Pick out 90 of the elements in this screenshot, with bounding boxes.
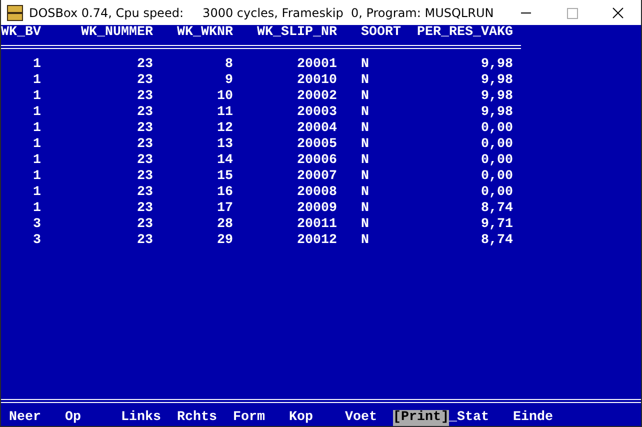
table-cell: 20010	[297, 73, 337, 88]
table-cell: N	[361, 89, 369, 104]
table-cell: 13	[217, 137, 233, 152]
table-cell: N	[361, 105, 369, 120]
table-cell: 23	[137, 153, 153, 168]
table-cell: 14	[217, 153, 233, 168]
table-cell: 20006	[297, 153, 337, 168]
table-cell: 9,98	[481, 105, 513, 120]
column-header: WK_SLIP_NR	[257, 25, 338, 41]
table-cell: N	[361, 57, 369, 72]
table-cell: 9,98	[481, 73, 513, 88]
menu-item[interactable]: Kop	[289, 410, 313, 426]
table-cell: 1	[33, 57, 41, 72]
table-cell: 20001	[297, 57, 337, 72]
table-cell: 17	[217, 201, 233, 216]
table-cell: 1	[33, 105, 41, 120]
table-cell: 20005	[297, 137, 337, 152]
menu-item[interactable]: Form	[233, 410, 265, 426]
table-cell: 0,00	[481, 153, 513, 168]
table-cell: 0,00	[481, 185, 513, 200]
table-cell: 20009	[297, 201, 337, 216]
table-cell: N	[361, 121, 369, 136]
table-cell: N	[361, 233, 369, 248]
table-cell: N	[361, 153, 369, 168]
table-cell: 1	[33, 89, 41, 104]
table-cell: N	[361, 169, 369, 184]
table-cell: 10	[217, 89, 233, 104]
table-cell: 3	[33, 233, 41, 248]
table-cell: N	[361, 217, 369, 232]
table-cell: 23	[137, 89, 153, 104]
menu-item[interactable]: Op	[65, 410, 81, 426]
table-cell: 1	[33, 169, 41, 184]
table-cell: 23	[137, 57, 153, 72]
table-cell: 20002	[297, 89, 337, 104]
table-cell: 11	[217, 105, 233, 120]
column-header: WK_BV	[1, 25, 42, 41]
table-cell: N	[361, 201, 369, 216]
app-icon	[7, 4, 23, 20]
menu-item[interactable]: Einde	[513, 410, 553, 426]
table-cell: 0,00	[481, 169, 513, 184]
table-cell: 20004	[297, 121, 337, 136]
table-cell: 8,74	[481, 201, 513, 216]
table-cell: 23	[137, 105, 153, 120]
table-cell: 15	[217, 169, 233, 184]
table-cell: 9,98	[481, 57, 513, 72]
table-cell: 23	[137, 121, 153, 136]
table-cell: 3	[33, 217, 41, 232]
menu-item[interactable]: Links	[121, 410, 161, 426]
table-cell: 23	[137, 137, 153, 152]
column-header: WK_WKNR	[177, 25, 234, 41]
table-cell: 1	[33, 185, 41, 200]
table-cell: 23	[137, 217, 153, 232]
menu-item[interactable]: _Stat	[449, 410, 489, 426]
table-cell: 20008	[297, 185, 337, 200]
table-cell: 23	[137, 201, 153, 216]
table-cell: 0,00	[481, 121, 513, 136]
table-cell: N	[361, 185, 369, 200]
table-cell: 1	[33, 121, 41, 136]
column-header: SOORT	[361, 25, 402, 41]
table-cell: 20003	[297, 105, 337, 120]
window-title: DOSBox 0.74, Cpu speed: 3000 cycles, Frameskip 0, Program: MUSQLRUN	[29, 6, 494, 20]
menu-item[interactable]: Voet	[345, 410, 377, 426]
menu-item[interactable]: [Print]	[393, 410, 449, 426]
menu-item[interactable]: Neer	[9, 410, 41, 426]
table-cell: 20011	[297, 217, 337, 232]
table-cell: N	[361, 137, 369, 152]
column-header: PER_RES_VAKG	[417, 25, 514, 41]
table-cell: 8	[225, 57, 233, 72]
table-cell: 9,71	[481, 217, 513, 232]
table-cell: 1	[33, 201, 41, 216]
table-cell: 16	[217, 185, 233, 200]
table-cell: 12	[217, 121, 233, 136]
table-cell: 29	[217, 233, 233, 248]
table-cell: 1	[33, 153, 41, 168]
table-cell: 0,00	[481, 137, 513, 152]
table-cell: 9,98	[481, 89, 513, 104]
table-cell: 28	[217, 217, 233, 232]
table-cell: 8,74	[481, 233, 513, 248]
menu-item[interactable]: Rchts	[177, 410, 217, 426]
table-cell: 1	[33, 73, 41, 88]
table-cell: 20007	[297, 169, 337, 184]
column-header: WK_NUMMER	[81, 25, 154, 41]
table-cell: 20012	[297, 233, 337, 248]
table-cell: 23	[137, 185, 153, 200]
table-cell: 9	[225, 73, 233, 88]
table-cell: 23	[137, 73, 153, 88]
table-cell: N	[361, 73, 369, 88]
table-cell: 1	[33, 137, 41, 152]
table-cell: 23	[137, 233, 153, 248]
table-cell: 23	[137, 169, 153, 184]
